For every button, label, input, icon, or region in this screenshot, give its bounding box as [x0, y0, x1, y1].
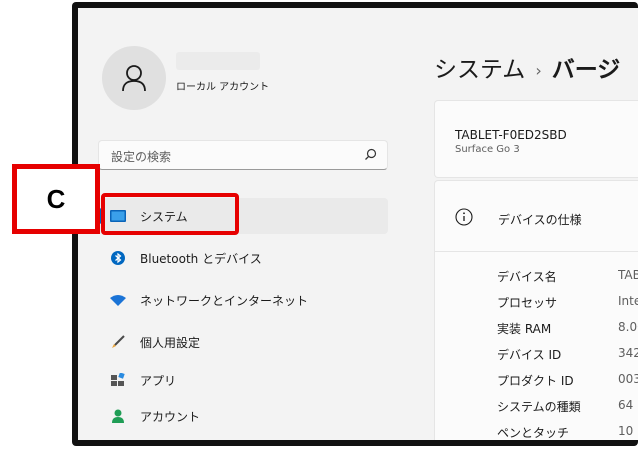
- spec-label: デバイス ID: [497, 348, 562, 362]
- page-title: システム › バージ: [434, 50, 620, 84]
- device-specs-card: デバイスの仕様 デバイス名 TAB プロセッサ Inte 実装 RAM 8.00…: [434, 180, 638, 440]
- sidebar-item-personalization[interactable]: 個人用設定: [98, 324, 388, 360]
- sidebar-item-network[interactable]: ネットワークとインターネット: [98, 282, 388, 318]
- sidebar-item-label: アプリ: [140, 373, 177, 388]
- device-model: Surface Go 3: [455, 144, 520, 155]
- search-placeholder: 設定の検索: [111, 150, 172, 164]
- sidebar-item-label: 個人用設定: [140, 335, 201, 350]
- apps-icon: [110, 372, 126, 388]
- spec-value: TAB: [618, 268, 638, 282]
- spec-label: プロダクト ID: [497, 374, 574, 388]
- search-icon[interactable]: [364, 148, 377, 161]
- spec-value: 10 ;: [618, 424, 638, 438]
- breadcrumb-parent[interactable]: システム: [434, 57, 525, 83]
- device-specs-header[interactable]: デバイスの仕様: [435, 181, 638, 252]
- device-card: TABLET-F0ED2SBD Surface Go 3: [434, 100, 638, 178]
- device-name: TABLET-F0ED2SBD: [455, 128, 567, 142]
- brush-icon: [110, 334, 126, 350]
- spec-label: プロセッサ: [497, 296, 558, 310]
- spec-value: 342: [618, 346, 638, 360]
- sidebar-item-label: ネットワークとインターネット: [140, 293, 309, 308]
- sidebar-item-apps[interactable]: アプリ: [98, 362, 388, 398]
- spec-value: 003: [618, 372, 638, 386]
- sidebar-item-label: アカウント: [140, 409, 201, 424]
- search-input[interactable]: 設定の検索: [98, 140, 388, 170]
- avatar[interactable]: [102, 46, 166, 110]
- account-icon: [110, 408, 126, 424]
- user-icon: [122, 65, 146, 92]
- annotation-label: C: [12, 164, 100, 234]
- spec-label: ペンとタッチ: [497, 426, 570, 440]
- spec-label: 実装 RAM: [497, 322, 552, 336]
- sidebar-item-label: Bluetooth とデバイス: [140, 251, 262, 266]
- sidebar-item-accounts[interactable]: アカウント: [98, 398, 388, 434]
- account-name: [176, 52, 260, 70]
- annotation-highlight-box: [101, 193, 239, 235]
- spec-label: デバイス名: [497, 270, 557, 284]
- chevron-right-icon: ›: [535, 61, 542, 80]
- spec-value: Inte: [618, 294, 638, 308]
- info-icon: [455, 208, 473, 226]
- spec-value: 64 b: [618, 398, 638, 412]
- spec-value: 8.00: [618, 320, 638, 334]
- device-specs-title: デバイスの仕様: [498, 213, 582, 227]
- wifi-icon: [110, 292, 126, 308]
- breadcrumb-current: バージ: [551, 57, 621, 83]
- account-type: ローカル アカウント: [176, 82, 270, 93]
- spec-label: システムの種類: [497, 400, 581, 414]
- sidebar-item-bluetooth[interactable]: Bluetooth とデバイス: [98, 240, 388, 276]
- bluetooth-icon: [110, 250, 126, 266]
